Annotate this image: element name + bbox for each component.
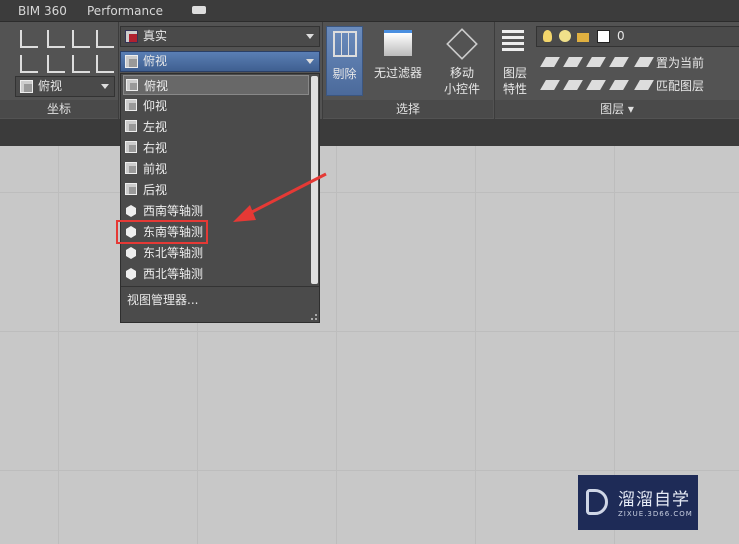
watermark-url: ZIXUE.3D66.COM <box>618 510 693 518</box>
arrow-shaft <box>247 172 327 216</box>
watermark-name: 溜溜自学 <box>618 490 690 510</box>
arrow-head <box>233 205 256 222</box>
watermark-logo: 溜溜自学 ZIXUE.3D66.COM <box>578 475 698 530</box>
play-logo-icon <box>586 489 608 515</box>
annotation-arrow <box>233 172 327 222</box>
